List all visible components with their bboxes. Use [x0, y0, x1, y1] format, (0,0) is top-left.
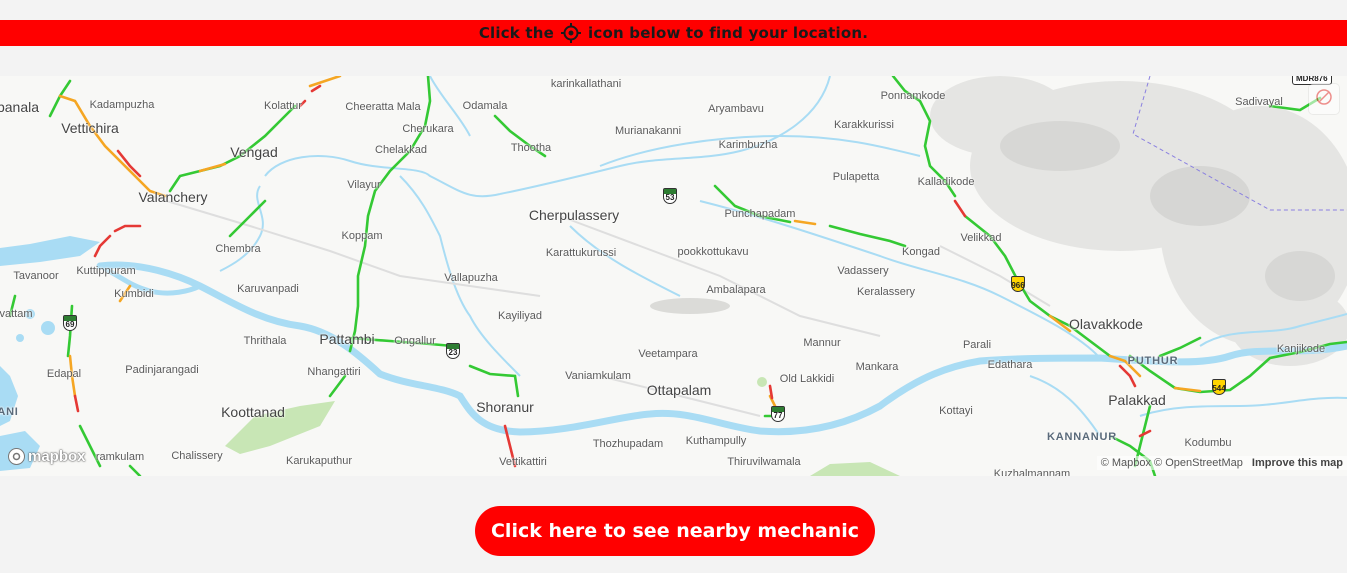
highway-number: 966	[1011, 281, 1025, 290]
place-label: Aryambavu	[708, 103, 764, 115]
place-label: Chembra	[215, 243, 261, 255]
place-label: Karakkurissi	[834, 119, 894, 131]
place-label: Padinjarangadi	[125, 364, 199, 376]
place-label: vattam	[0, 308, 33, 320]
place-label: Velikkad	[960, 232, 1002, 244]
place-label: Kongad	[902, 246, 940, 258]
place-label: ramkulam	[95, 451, 145, 463]
place-label: pookkottukavu	[677, 246, 749, 258]
place-label: KANNANUR	[1047, 431, 1117, 443]
place-label: Sadivayal	[1235, 96, 1283, 108]
place-label: Mankara	[855, 361, 899, 373]
compass-button[interactable]	[1309, 84, 1339, 114]
place-label: Vallapuzha	[444, 272, 498, 284]
improve-map-link[interactable]: Improve this map	[1252, 457, 1343, 469]
place-label: Kanjikode	[1276, 343, 1326, 355]
place-label: Parali	[962, 339, 992, 351]
place-label: PUTHUR	[1127, 355, 1179, 367]
place-label: Keralassery	[856, 286, 916, 298]
place-label: Vengad	[230, 144, 278, 160]
mapbox-logo-text: mapbox	[28, 448, 86, 465]
place-label: Kuzhalmannam	[993, 468, 1071, 476]
highway-shield-icon: 23	[445, 343, 461, 361]
place-label: Mannur	[803, 337, 841, 349]
place-label: Cherukara	[402, 123, 454, 135]
highway-number: 69	[65, 320, 75, 329]
highway-shield-icon: 77	[770, 406, 786, 424]
banner-text-before: Click the	[478, 24, 555, 42]
place-label: Karuvanpadi	[237, 283, 299, 295]
place-label: Punchapadam	[724, 208, 796, 220]
place-label: Thootha	[510, 142, 552, 154]
place-label: Pulapetta	[832, 171, 880, 183]
place-label: Vettichira	[61, 120, 119, 136]
place-label: Pattambi	[319, 331, 375, 347]
place-label: Thozhupadam	[592, 438, 664, 450]
place-label: Chelakkad	[375, 144, 427, 156]
place-label: Nhangattiri	[307, 366, 361, 378]
place-label: Ponnamkode	[880, 90, 946, 102]
banner-text-after: icon below to find your location.	[588, 24, 869, 42]
place-label: Kuttippuram	[76, 265, 136, 277]
compass-icon	[1315, 88, 1333, 110]
place-label: banala	[0, 99, 40, 115]
place-label: Karattukurussi	[545, 247, 617, 259]
highway-shield-icon: 69	[62, 315, 78, 333]
place-label: Kottayi	[939, 405, 973, 417]
place-label: Vilayur	[347, 179, 381, 191]
place-label: Kuthampully	[685, 435, 747, 447]
place-label: Shoranur	[476, 399, 534, 415]
place-label: Tavanoor	[13, 270, 59, 282]
place-label: Ongallur	[394, 335, 436, 347]
place-label: ANI	[0, 406, 19, 418]
place-label: Veetampara	[638, 348, 698, 360]
place-label: Vaniamkulam	[565, 370, 631, 382]
place-label: Kolattur	[264, 100, 302, 112]
locate-target-icon	[560, 22, 582, 44]
highway-shield-icon: 966	[1010, 276, 1026, 294]
place-label: Palakkad	[1108, 392, 1166, 408]
location-instruction-banner: Click the icon below to find your locati…	[0, 20, 1347, 46]
place-label: Murianakanni	[614, 125, 682, 137]
place-label: Ambalapara	[706, 284, 766, 296]
place-label: karinkallathani	[550, 78, 622, 90]
place-label: Karimbuzha	[718, 139, 778, 151]
highway-number: 53	[665, 193, 675, 202]
place-label: Kadampuzha	[89, 99, 155, 111]
place-label: Cheeratta Mala	[345, 101, 421, 113]
highway-number: 544	[1212, 384, 1226, 393]
map-attribution: © Mapbox © OpenStreetMap Improve this ma…	[1096, 456, 1347, 470]
highway-shield-icon: 544	[1211, 379, 1227, 397]
highway-number: 77	[773, 411, 783, 420]
mapbox-logo[interactable]: mapbox	[8, 448, 86, 465]
place-label: Old Lakkidi	[779, 373, 835, 385]
place-label: Ottapalam	[646, 382, 712, 398]
place-label: Cherpulassery	[528, 207, 620, 223]
place-label: Kodumbu	[1184, 437, 1232, 449]
place-label: Thiruvilwamala	[727, 456, 801, 468]
mapbox-logo-icon	[8, 448, 25, 465]
place-label: Karukaputhur	[285, 455, 353, 467]
place-label: Kalladikode	[917, 176, 975, 188]
place-label: Thrithala	[243, 335, 287, 347]
place-label: Koppam	[341, 230, 383, 242]
place-label: Chalissery	[171, 450, 223, 462]
place-label: Kayiliyad	[497, 310, 543, 322]
place-label: Koottanad	[221, 404, 285, 420]
place-label: Olavakkode	[1069, 316, 1143, 332]
highway-number: 23	[448, 348, 458, 357]
highway-shield-icon: 53	[662, 188, 678, 206]
place-label: Kumbidi	[114, 288, 154, 300]
place-label: Odamala	[462, 100, 508, 112]
place-label: Vadassery	[837, 265, 889, 277]
place-label: Edathara	[987, 359, 1033, 371]
place-label: Valanchery	[138, 189, 208, 205]
map-canvas[interactable]: banala Kadampuzha Vettichira Kolattur Cheera…	[0, 76, 1347, 476]
nearby-mechanic-button[interactable]: Click here to see nearby mechanic	[475, 506, 875, 556]
place-label: Edapal	[46, 368, 82, 380]
place-label: Vettikattiri	[499, 456, 547, 468]
attribution-text[interactable]: © Mapbox © OpenStreetMap	[1101, 457, 1243, 469]
